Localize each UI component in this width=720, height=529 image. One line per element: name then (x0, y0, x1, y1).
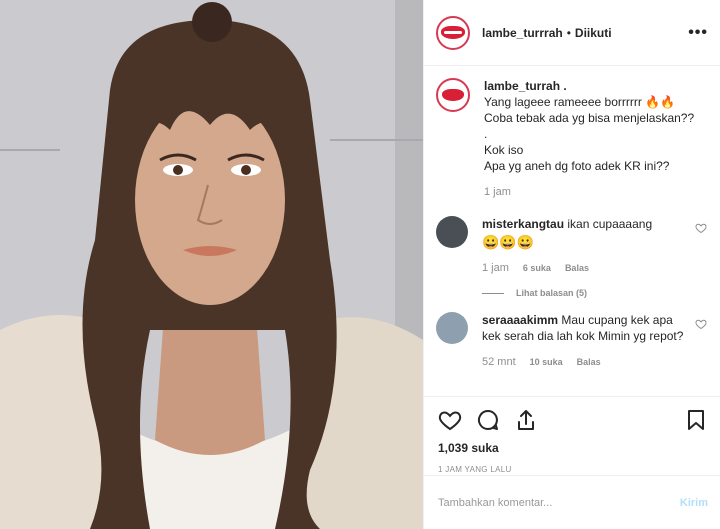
caption: lambe_turrah . Yang lageee rameeee borrr… (436, 78, 708, 200)
post-header: lambe_turrrah • Diikuti ••• (424, 0, 720, 66)
commenter-avatar[interactable] (436, 216, 468, 248)
like-count[interactable]: 1,039 suka (438, 441, 708, 455)
replies-divider (482, 292, 504, 294)
lips-logo-icon (442, 89, 464, 101)
view-replies-button[interactable]: Lihat balasan (5) (482, 288, 708, 298)
post-comment-button[interactable]: Kirim (680, 497, 708, 509)
add-comment-bar: Kirim (424, 475, 720, 529)
account-avatar[interactable] (436, 15, 470, 50)
follow-status-button[interactable]: Diikuti (575, 26, 612, 40)
commenter-avatar[interactable] (436, 312, 468, 344)
heart-icon[interactable] (438, 408, 462, 432)
like-comment-heart-icon[interactable] (694, 222, 708, 234)
portrait-illustration (0, 0, 423, 529)
comment-time[interactable]: 1 jam (482, 260, 509, 276)
comment-username[interactable]: misterkangtau (482, 217, 564, 231)
comment-icon[interactable] (476, 408, 500, 432)
separator-dot: • (566, 25, 571, 40)
comment-item: misterkangtau ikan cupaaaang 😀😀😀 1 jam 6… (436, 216, 708, 276)
account-username[interactable]: lambe_turrrah (482, 26, 563, 40)
comment-text: ikan cupaaaang (567, 217, 653, 231)
comment-likes[interactable]: 10 suka (530, 354, 563, 370)
comment-time[interactable]: 52 mnt (482, 354, 516, 370)
caption-text: Yang lageee rameeee borrrrrr 🔥🔥 Coba teb… (484, 95, 695, 173)
more-options-icon[interactable]: ••• (688, 24, 708, 42)
share-icon[interactable] (514, 408, 538, 432)
comment-emoji: 😀😀😀 (482, 234, 535, 250)
post-photo[interactable] (0, 0, 423, 529)
post-sidebar: lambe_turrrah • Diikuti ••• lambe_turrah… (423, 0, 720, 529)
comments-list[interactable]: lambe_turrah . Yang lageee rameeee borrr… (424, 66, 720, 396)
caption-avatar[interactable] (436, 78, 470, 112)
reply-button[interactable]: Balas (577, 354, 601, 370)
caption-username[interactable]: lambe_turrah . (484, 79, 567, 93)
comment-username[interactable]: seraaaakimm (482, 313, 558, 327)
like-comment-heart-icon[interactable] (694, 318, 708, 330)
post-timestamp[interactable]: 1 JAM YANG LALU (438, 465, 708, 474)
post-actions: 1,039 suka 1 JAM YANG LALU (424, 396, 720, 474)
view-replies-label: Lihat balasan (5) (516, 288, 588, 298)
caption-time[interactable]: 1 jam (484, 184, 511, 200)
reply-button[interactable]: Balas (565, 260, 589, 276)
lips-logo-icon (441, 26, 465, 39)
comment-input[interactable] (438, 496, 680, 509)
bookmark-icon[interactable] (684, 408, 708, 432)
comment-item: seraaaakimm Mau cupang kek apa kek serah… (436, 312, 708, 370)
comment-likes[interactable]: 6 suka (523, 260, 551, 276)
